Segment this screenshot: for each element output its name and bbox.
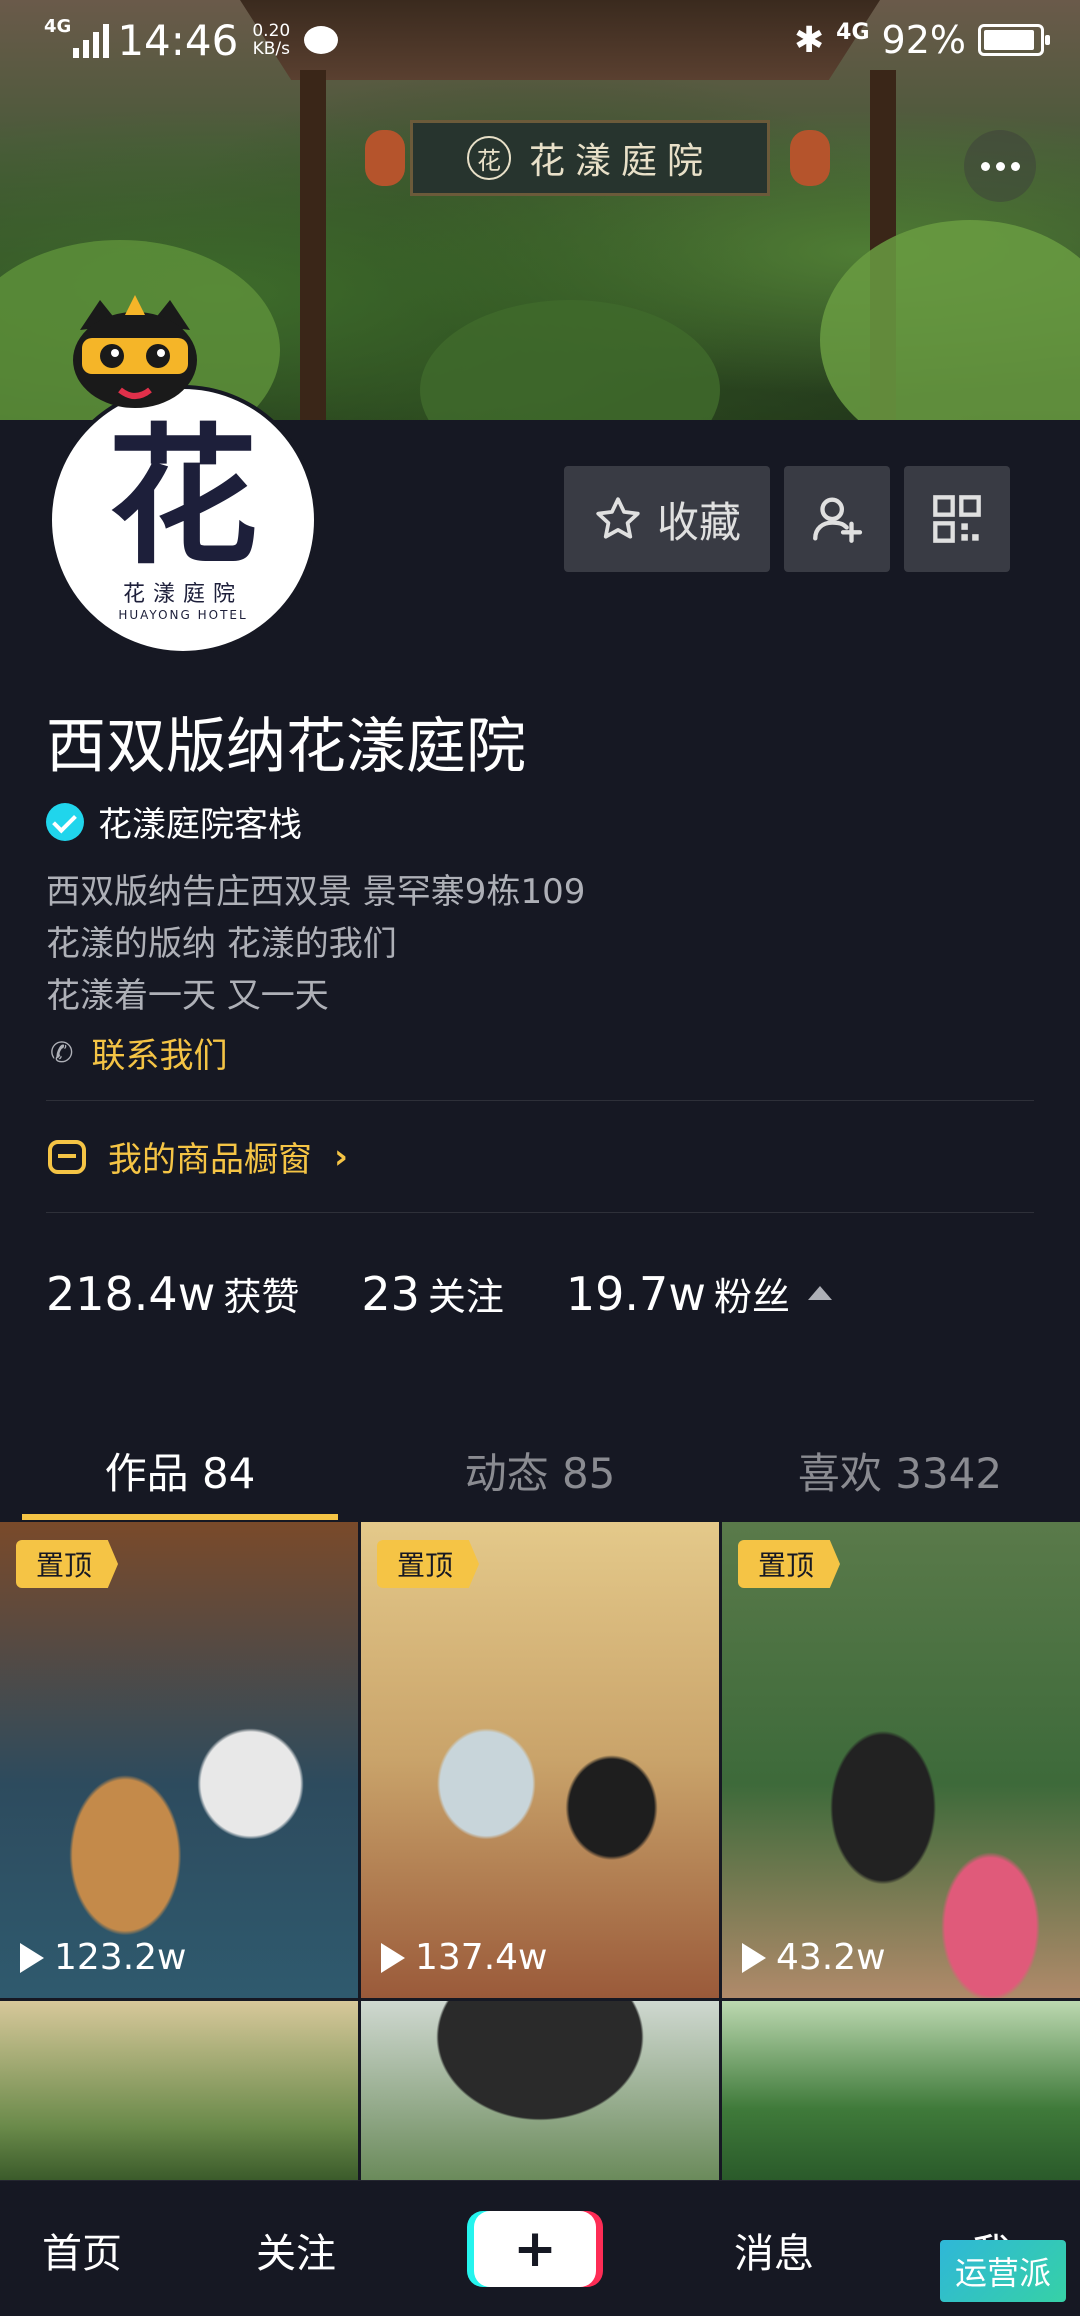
- create-video-button[interactable]: +: [474, 2211, 596, 2287]
- watermark-logo: 运营派: [940, 2240, 1066, 2302]
- profile-name: 西双版纳花漾庭院: [46, 712, 526, 782]
- network-type-right: 4G: [836, 19, 870, 45]
- video-thumbnail[interactable]: [361, 2001, 719, 2181]
- cover-foliage: [420, 300, 720, 420]
- cover-foliage: [820, 220, 1080, 420]
- following-stat[interactable]: 23 关注: [361, 1266, 504, 1321]
- contact-us-link[interactable]: ✆ 联系我们: [50, 1028, 227, 1077]
- chat-notification-icon: [304, 26, 339, 54]
- avatar-logo-name: 花漾庭院: [122, 582, 243, 607]
- video-thumbnail[interactable]: [722, 2001, 1080, 2181]
- cover-post: [300, 70, 326, 420]
- signal-icon: [73, 22, 110, 58]
- following-count: 23: [361, 1267, 420, 1321]
- play-count-value: 43.2w: [776, 1937, 886, 1978]
- nav-messages[interactable]: 消息: [734, 2221, 814, 2279]
- video-thumbnail[interactable]: 置顶 137.4w: [361, 1522, 719, 1998]
- verified-badge-icon: [46, 802, 84, 841]
- following-label: 关注: [427, 1275, 504, 1319]
- profile-actions: 收藏: [564, 466, 1010, 572]
- chevron-right-icon: ›: [334, 1136, 349, 1177]
- cover-lantern: [790, 130, 830, 186]
- network-speed-unit: KB/s: [252, 39, 290, 59]
- shop-window-link[interactable]: 我的商品橱窗 ›: [48, 1132, 348, 1181]
- contact-label: 联系我们: [91, 1036, 228, 1076]
- followers-count: 19.7w: [565, 1267, 706, 1321]
- favorite-label: 收藏: [656, 497, 741, 547]
- bio-line: 花漾的版纳 花漾的我们: [46, 924, 397, 964]
- shop-label: 我的商品橱窗: [108, 1140, 312, 1180]
- avatar-logo-english: HUAYONG HOTEL: [118, 608, 248, 622]
- play-icon: [381, 1942, 405, 1973]
- likes-count: 218.4w: [46, 1267, 216, 1321]
- network-speed-value: 0.20: [252, 21, 291, 41]
- pinned-badge: 置顶: [16, 1540, 119, 1588]
- cover-sign-seal: 花: [466, 136, 511, 180]
- avatar-logo-glyph: 花: [107, 409, 258, 585]
- bio-line: 西双版纳告庄西双景 景罕寨9栋109: [46, 872, 586, 912]
- network-type: 4G: [44, 15, 72, 37]
- verified-row: 花漾庭院客栈: [46, 797, 302, 846]
- battery-percent: 92%: [881, 18, 966, 62]
- caret-up-icon: [807, 1286, 832, 1300]
- profile-bio: 西双版纳告庄西双景 景罕寨9栋109 花漾的版纳 花漾的我们 花漾着一天 又一天: [46, 866, 585, 1022]
- shop-bag-icon: [48, 1139, 86, 1174]
- bottom-navigation: 首页 关注 + 消息 我: [0, 2180, 1080, 2316]
- nav-home[interactable]: 首页: [42, 2221, 122, 2279]
- bio-line: 花漾着一天 又一天: [46, 976, 329, 1016]
- nav-follow[interactable]: 关注: [256, 2221, 336, 2279]
- tmall-cat-mascot-icon: [73, 295, 197, 408]
- cover-sign-text: 花漾庭院: [528, 141, 713, 182]
- video-thumbnail[interactable]: 置顶 43.2w: [722, 1522, 1080, 1998]
- play-icon: [742, 1942, 766, 1973]
- qr-code-icon: [933, 495, 981, 543]
- video-grid: 置顶 123.2w 置顶 137.4w 置顶 43.2w: [0, 1522, 1080, 2181]
- video-thumbnail[interactable]: 置顶 123.2w: [0, 1522, 358, 1998]
- pinned-badge: 置顶: [738, 1540, 841, 1588]
- qr-code-button[interactable]: [904, 466, 1010, 572]
- bluetooth-icon: ✱: [793, 19, 825, 61]
- likes-label: 获赞: [223, 1275, 300, 1319]
- play-icon: [20, 1942, 44, 1973]
- play-count-value: 137.4w: [415, 1937, 548, 1978]
- avatar[interactable]: 花 花漾庭院 HUAYONG HOTEL: [48, 385, 318, 655]
- add-user-icon: [813, 497, 863, 543]
- cover-sign: 花 花漾庭院: [410, 120, 770, 196]
- add-friend-button[interactable]: [784, 466, 890, 572]
- status-time: 14:46: [117, 15, 239, 65]
- status-bar: 4G 14:46 0.20 KB/s ✱ 4G 92%: [0, 0, 1080, 80]
- profile-stats: 218.4w 获赞 23 关注 19.7w 粉丝: [46, 1266, 832, 1321]
- play-count: 137.4w: [381, 1937, 548, 1978]
- divider: [46, 1212, 1034, 1213]
- cover-lantern: [365, 130, 405, 186]
- tab-moments[interactable]: 动态 85: [360, 1410, 720, 1520]
- tab-likes[interactable]: 喜欢 3342: [720, 1410, 1080, 1520]
- play-count: 123.2w: [20, 1937, 187, 1978]
- tab-works[interactable]: 作品 84: [0, 1410, 360, 1520]
- divider: [46, 1100, 1034, 1101]
- likes-stat[interactable]: 218.4w 获赞: [46, 1266, 299, 1321]
- followers-label: 粉丝: [713, 1275, 790, 1319]
- video-thumbnail[interactable]: [0, 2001, 358, 2181]
- favorite-button[interactable]: 收藏: [564, 466, 770, 572]
- more-options-button[interactable]: [964, 130, 1036, 202]
- play-count-value: 123.2w: [54, 1937, 187, 1978]
- followers-stat[interactable]: 19.7w 粉丝: [566, 1266, 832, 1321]
- battery-icon: [978, 24, 1050, 56]
- play-count: 43.2w: [742, 1937, 886, 1978]
- star-icon: [596, 497, 640, 539]
- phone-icon: ✆: [50, 1036, 74, 1069]
- pinned-badge: 置顶: [377, 1540, 480, 1588]
- network-speed: 0.20 KB/s: [252, 22, 290, 58]
- verified-label: 花漾庭院客栈: [98, 805, 302, 845]
- content-tabs: 作品 84 动态 85 喜欢 3342: [0, 1410, 1080, 1520]
